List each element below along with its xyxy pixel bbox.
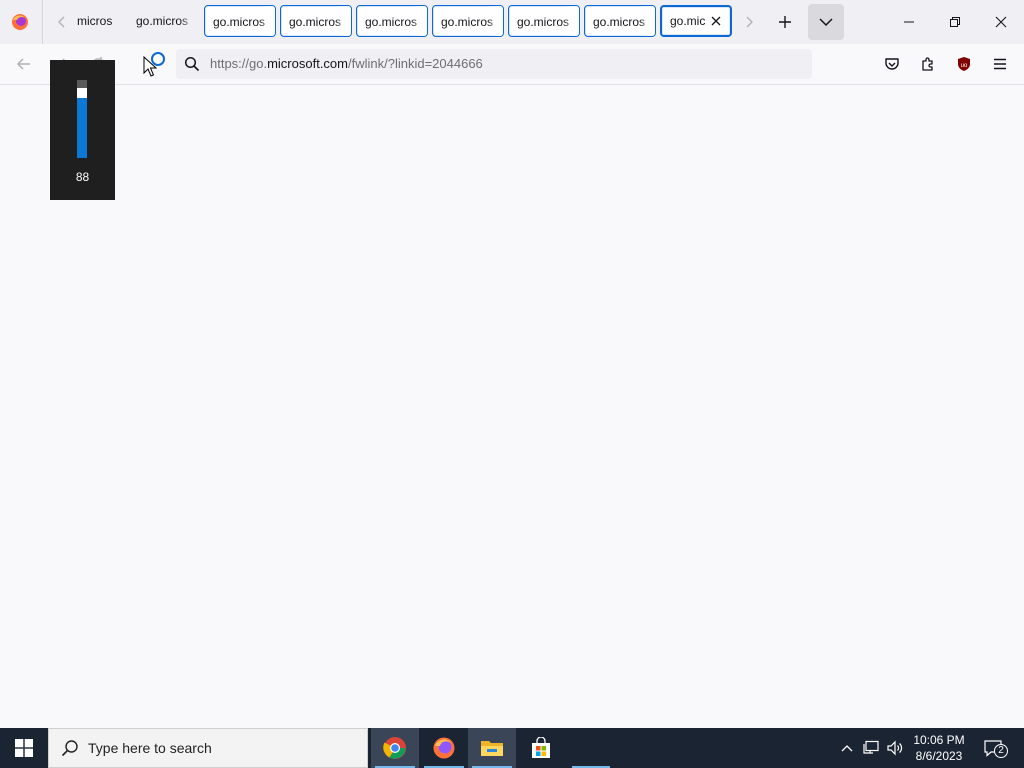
volume-value: 88 xyxy=(75,170,90,184)
taskbar-search-placeholder: Type here to search xyxy=(88,740,212,756)
speaker-icon xyxy=(887,740,903,756)
ublock-origin-button[interactable]: uo xyxy=(950,50,978,78)
start-button[interactable] xyxy=(0,728,48,768)
close-icon xyxy=(711,16,721,26)
tab-label: go.micros xyxy=(213,15,266,29)
chevron-up-icon xyxy=(841,745,853,752)
url-bar[interactable]: https://go.microsoft.com/fwlink/?linkid=… xyxy=(176,49,812,79)
volume-slider-thumb xyxy=(77,88,87,98)
tab[interactable]: go.micros xyxy=(432,5,504,37)
tab-label: go.micros xyxy=(365,15,418,29)
tab-divider xyxy=(42,0,43,44)
tab[interactable]: go.micros xyxy=(356,5,428,37)
tab-label: go.micros xyxy=(441,15,494,29)
network-button[interactable] xyxy=(860,728,882,768)
firefox-menu-icon[interactable] xyxy=(10,12,30,32)
chevron-left-icon xyxy=(58,16,65,28)
new-tab-button[interactable] xyxy=(767,4,803,40)
close-window-button[interactable] xyxy=(978,0,1024,44)
back-arrow-icon xyxy=(16,58,30,70)
taskbar-app-chrome[interactable] xyxy=(371,728,419,768)
tab-active[interactable]: go.mic xyxy=(660,5,732,37)
url-prefix: https://go. xyxy=(210,56,268,71)
tab[interactable]: go.micros xyxy=(204,5,276,37)
volume-slider-track xyxy=(77,80,87,158)
tab[interactable]: go.micros xyxy=(584,5,656,37)
tab-label: go.mic xyxy=(670,14,706,28)
url-text: https://go.microsoft.com/fwlink/?linkid=… xyxy=(210,49,483,79)
search-icon xyxy=(184,56,200,72)
plus-icon xyxy=(779,16,791,28)
tab-label: go.micros xyxy=(593,15,646,29)
clock-date: 8/6/2023 xyxy=(915,749,963,763)
svg-text:uo: uo xyxy=(961,63,968,69)
close-icon xyxy=(995,16,1007,28)
restore-icon xyxy=(950,17,960,27)
tab[interactable]: micros xyxy=(69,5,127,37)
taskbar-app-file-explorer[interactable] xyxy=(468,728,516,768)
notification-count-badge: 2 xyxy=(994,744,1008,758)
scroll-tabs-right-button[interactable] xyxy=(737,10,761,34)
ublock-shield-icon: uo xyxy=(958,57,970,71)
network-icon xyxy=(863,740,879,754)
mouse-cursor-icon xyxy=(143,56,157,77)
system-clock[interactable]: 10:06 PM 8/6/2023 xyxy=(906,732,972,764)
minimize-icon xyxy=(904,21,914,23)
puzzle-piece-icon xyxy=(922,57,933,71)
close-tab-button[interactable] xyxy=(708,13,724,29)
show-hidden-icons-button[interactable] xyxy=(838,728,856,768)
list-all-tabs-button[interactable] xyxy=(808,4,844,40)
url-path: /fwlink/?linkid=2044666 xyxy=(348,56,483,71)
minimize-button[interactable] xyxy=(886,0,932,44)
volume-button[interactable] xyxy=(884,728,906,768)
volume-flyout: 88 xyxy=(50,60,115,200)
app-menu-button[interactable] xyxy=(986,50,1014,78)
tab[interactable]: go.micros xyxy=(280,5,352,37)
tab-label: micros xyxy=(77,14,113,28)
tab-label: go.micros xyxy=(289,15,342,29)
back-button[interactable] xyxy=(10,50,38,78)
tab-strip: micros go.micros go.micros go.micros go.… xyxy=(0,0,1024,44)
taskbar-app-firefox[interactable] xyxy=(420,728,468,768)
url-host: microsoft.com xyxy=(267,56,348,71)
search-icon xyxy=(61,740,78,757)
taskbar-search-box[interactable]: Type here to search xyxy=(48,728,368,768)
tab[interactable]: go.micros xyxy=(128,5,196,37)
chevron-down-icon xyxy=(819,18,833,27)
windows-logo-icon xyxy=(15,739,33,757)
chevron-right-icon xyxy=(746,16,753,28)
file-explorer-icon xyxy=(481,741,503,756)
tab[interactable]: go.micros xyxy=(508,5,580,37)
restore-button[interactable] xyxy=(932,0,978,44)
clock-time: 10:06 PM xyxy=(913,733,965,747)
store-icon xyxy=(532,737,550,758)
pocket-button[interactable] xyxy=(878,50,906,78)
extensions-button[interactable] xyxy=(914,50,942,78)
firefox-icon xyxy=(433,737,455,759)
chrome-icon xyxy=(383,737,406,759)
pocket-icon xyxy=(885,58,899,70)
notification-count: 2 xyxy=(998,745,1004,756)
tab-label: go.micros xyxy=(517,15,570,29)
hamburger-menu-icon xyxy=(994,58,1006,70)
volume-level-fill xyxy=(77,98,87,158)
taskbar: Type here to search 10:06 PM 8/6/2023 xyxy=(0,728,1024,768)
taskbar-app-store[interactable] xyxy=(517,728,565,768)
